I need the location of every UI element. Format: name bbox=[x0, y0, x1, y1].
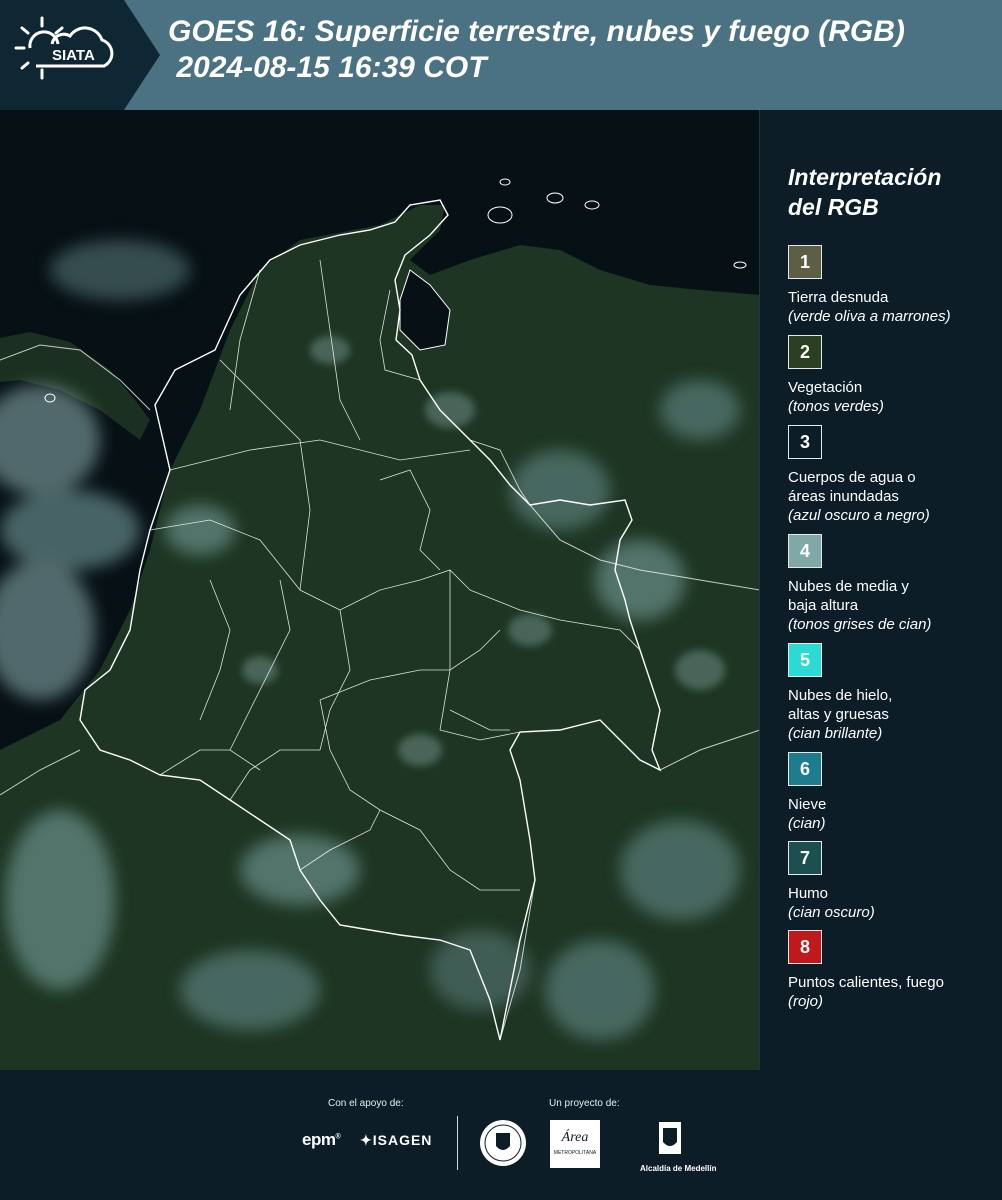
project-label: Un proyecto de: bbox=[549, 1098, 620, 1109]
legend-swatch-1: 1 bbox=[788, 245, 822, 279]
legend-label: Tierra desnuda bbox=[788, 289, 889, 306]
rgb-legend: Interpretación del RGB 1 Tierra desnuda … bbox=[760, 110, 1002, 1070]
legend-desc: (cian oscuro) bbox=[788, 904, 875, 921]
legend-item-8: 8 Puntos calientes, fuego (rojo) bbox=[788, 930, 998, 1011]
legend-item-6: 6 Nieve (cian) bbox=[788, 752, 998, 833]
legend-swatch-4: 4 bbox=[788, 534, 822, 568]
legend-label: Cuerpos de agua o áreas inundadas bbox=[788, 469, 916, 505]
isagen-logo: ✦ISAGEN bbox=[360, 1132, 433, 1148]
legend-label: Humo bbox=[788, 885, 829, 902]
page-title: GOES 16: Superficie terrestre, nubes y f… bbox=[168, 15, 905, 84]
header: SIATA GOES 16: Superficie terrestre, nub… bbox=[0, 0, 1002, 110]
legend-label: Vegetación bbox=[788, 379, 863, 396]
legend-desc: (cian brillante) bbox=[788, 725, 883, 742]
footer-divider bbox=[457, 1116, 458, 1170]
satellite-map bbox=[0, 110, 760, 1070]
legend-desc: (tonos grises de cian) bbox=[788, 616, 932, 633]
alcaldia-logo: Alcaldía de Medellín bbox=[640, 1120, 716, 1173]
support-label: Con el apoyo de: bbox=[328, 1098, 404, 1109]
area-metropolitana-logo: Área METROPOLITANA bbox=[550, 1120, 600, 1168]
siata-logo: SIATA bbox=[0, 0, 160, 110]
legend-swatch-5: 5 bbox=[788, 643, 822, 677]
legend-desc: (cian) bbox=[788, 815, 826, 832]
legend-label: Nubes de hielo, altas y gruesas bbox=[788, 687, 893, 723]
legend-swatch-3: 3 bbox=[788, 425, 822, 459]
legend-item-4: 4 Nubes de media y baja altura (tonos gr… bbox=[788, 534, 998, 634]
legend-label: Nubes de media y baja altura bbox=[788, 578, 909, 614]
footer: Con el apoyo de: Un proyecto de: epm® ✦I… bbox=[0, 1070, 1002, 1200]
coat-of-arms-icon bbox=[659, 1122, 681, 1154]
legend-desc: (verde oliva a marrones) bbox=[788, 308, 951, 325]
legend-desc: (azul oscuro a negro) bbox=[788, 507, 930, 524]
legend-desc: (rojo) bbox=[788, 993, 824, 1010]
legend-item-2: 2 Vegetación (tonos verdes) bbox=[788, 335, 998, 416]
seal-icon bbox=[480, 1120, 526, 1166]
legend-desc: (tonos verdes) bbox=[788, 398, 884, 415]
legend-item-5: 5 Nubes de hielo, altas y gruesas (cian … bbox=[788, 643, 998, 743]
svg-text:SIATA: SIATA bbox=[52, 47, 95, 64]
legend-item-1: 1 Tierra desnuda (verde oliva a marrones… bbox=[788, 245, 998, 326]
epm-logo: epm® bbox=[302, 1130, 341, 1149]
legend-item-3: 3 Cuerpos de agua o áreas inundadas (azu… bbox=[788, 425, 998, 525]
legend-swatch-2: 2 bbox=[788, 335, 822, 369]
legend-swatch-8: 8 bbox=[788, 930, 822, 964]
legend-item-7: 7 Humo (cian oscuro) bbox=[788, 841, 998, 922]
legend-swatch-6: 6 bbox=[788, 752, 822, 786]
legend-label: Nieve bbox=[788, 796, 827, 813]
legend-label: Puntos calientes, fuego bbox=[788, 974, 944, 991]
legend-title: Interpretación del RGB bbox=[788, 164, 942, 220]
legend-swatch-7: 7 bbox=[788, 841, 822, 875]
